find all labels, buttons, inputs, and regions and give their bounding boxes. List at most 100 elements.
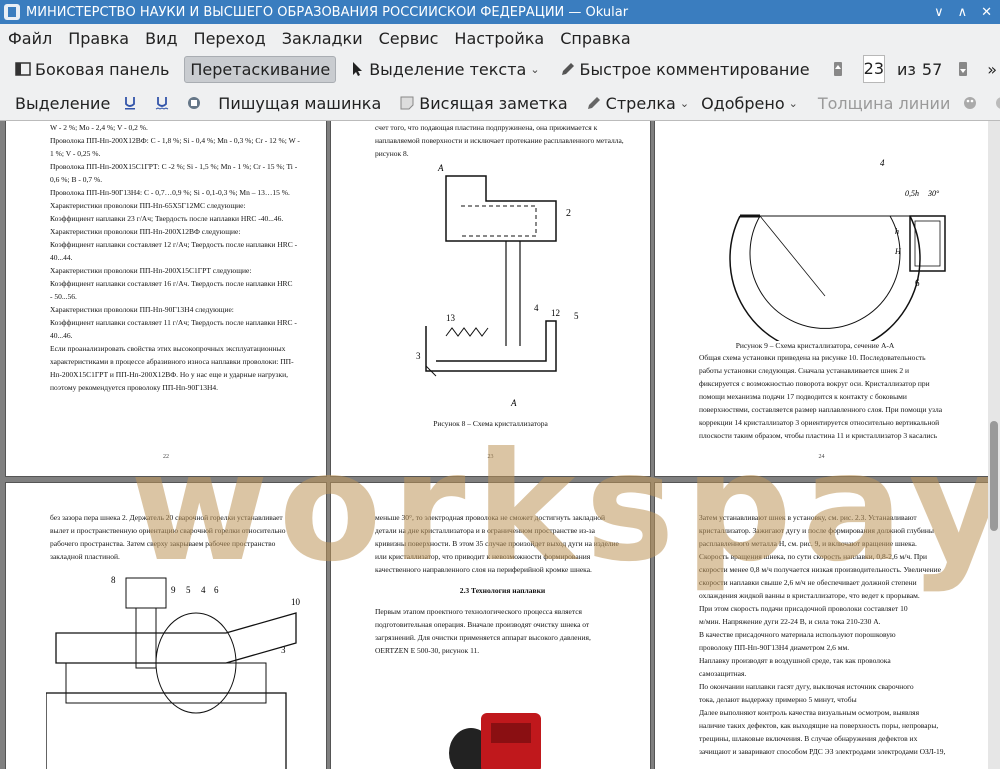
text-line: Если проанализировать свойства этих высо…: [50, 344, 286, 353]
text-line: трещины, шлаковые включения. В случае об…: [699, 734, 918, 743]
underline-tool-button[interactable]: [117, 92, 147, 114]
text-line: Скорость вращения шнека, по сути скорост…: [699, 552, 928, 561]
page-22-text: W - 2 %; Mo - 2,4 %; V - 0,2 %. Проволока…: [50, 121, 302, 394]
text-select-button[interactable]: Выделение текста ⌄: [344, 57, 544, 82]
diagram-label: 4: [201, 585, 206, 595]
paint-icon: [996, 97, 1000, 109]
text-line: поэтому рекомендуется проволоку ПП-Нп-90…: [50, 383, 219, 392]
text-line: тока, делают выдержку примерно 5 минут, …: [699, 695, 857, 704]
text-line: м/мин. Напряжение дуги 22-24 В, и сила т…: [699, 617, 881, 626]
highlight-tool-button[interactable]: Выделение: [10, 91, 115, 116]
text-line: охлаждения жидкой ванны в кристаллизатор…: [699, 591, 920, 600]
annotation-toolbar: Выделение Пишущая машинка Висящая заметк…: [0, 86, 1000, 121]
text-line: вылет и пространственную ориентацию свар…: [50, 526, 286, 535]
page-number: 24: [818, 454, 825, 460]
menu-file[interactable]: Файл: [0, 29, 60, 48]
text-line: Коэффициент наплавки составляет 11 г/Ач;…: [50, 318, 297, 327]
minimize-button[interactable]: ∨: [934, 5, 944, 20]
typewriter-tool-button[interactable]: Пишущая машинка: [213, 91, 386, 116]
diagram-label: H: [894, 247, 902, 256]
main-toolbar: Боковая панель Перетаскивание Выделение …: [0, 52, 1000, 86]
text-line: кривизны поверхности. В этом 35 случае п…: [375, 539, 619, 548]
drag-mode-label: Перетаскивание: [190, 59, 331, 79]
chevron-down-icon[interactable]: ⌄: [680, 97, 689, 110]
diagram-label: h: [895, 227, 899, 236]
toolbar-overflow-button[interactable]: »: [982, 57, 1000, 82]
popup-note-tool-button[interactable]: Висящая заметка: [394, 91, 572, 116]
page-number: 22: [163, 454, 169, 460]
text-line: Коэффициент наплавки 23 г/Ач; Твердость …: [50, 214, 284, 223]
diagram-label: А: [437, 163, 444, 173]
text-line: наплавляемой поверхности и исключает про…: [375, 136, 624, 145]
text-line: W - 2 %; Mo - 2,4 %; V - 0,2 %.: [50, 123, 148, 132]
chevron-down-icon[interactable]: ⌄: [530, 63, 539, 76]
arrow-tool-button[interactable]: Стрелка ⌄: [581, 91, 694, 116]
menu-bookmarks[interactable]: Закладки: [274, 29, 371, 48]
text-line: коррекции 14 кристаллизатор 3 ориентируе…: [699, 418, 940, 427]
inline-note-icon: [188, 97, 201, 109]
page-26-text-2: Первым этапом проектного технологическог…: [375, 605, 630, 657]
menu-settings[interactable]: Настройка: [446, 29, 552, 48]
menu-help[interactable]: Справка: [552, 29, 639, 48]
text-line: Характеристики проволоки ПП-Нп-200Х12ВФ …: [50, 227, 241, 236]
color-picker-button[interactable]: [957, 92, 987, 114]
sticky-note-icon: [400, 96, 414, 110]
menu-edit[interactable]: Правка: [60, 29, 137, 48]
document-viewport[interactable]: W - 2 %; Mo - 2,4 %; V - 0,2 %. Проволока…: [0, 121, 988, 769]
total-pages: 57: [921, 59, 943, 79]
text-line: 40...44.: [50, 253, 73, 262]
diagram-label: 5: [186, 585, 191, 595]
maximize-button[interactable]: ∧: [958, 5, 968, 20]
page-23-text: счет того, что подающая пластина подпруж…: [375, 121, 630, 160]
text-line: помощи механизма подачи 17 подводится к …: [699, 392, 907, 401]
text-line: Нп-200Х15С1ГРТ и ПП-Нп-200Х12ВФ. Но у на…: [50, 370, 289, 379]
typewriter-tool-label: Пишущая машинка: [218, 93, 382, 113]
text-line: Характеристики проволоки ПП-Нп-200Х15С1Г…: [50, 266, 252, 275]
text-line: Общая схема установки приведена на рисун…: [699, 353, 926, 362]
stamp-tool-button[interactable]: Одобрено ⌄: [696, 91, 803, 116]
page-number-input[interactable]: 23: [862, 55, 885, 83]
text-line: рисунок 8.: [375, 149, 409, 158]
cursor-arrow-icon: [353, 62, 363, 76]
line-width-control[interactable]: Толщина линии: [813, 91, 956, 116]
text-line: без зазора пера шнека 2. Держатель 20 св…: [50, 513, 283, 522]
text-line: самозащитная.: [699, 669, 747, 678]
stamp-tool-label: Одобрено: [701, 93, 785, 113]
text-line: 40...46.: [50, 331, 73, 340]
pen-icon: [561, 63, 574, 75]
popup-note-tool-label: Висящая заметка: [419, 93, 568, 113]
crystallizer-diagram: А 2 13 4 12 5 3 А: [416, 163, 579, 408]
diagram-label: 3: [281, 645, 286, 655]
diagram-label: 10: [291, 597, 301, 607]
menu-go[interactable]: Переход: [186, 29, 274, 48]
vertical-scrollbar[interactable]: [988, 121, 1000, 769]
drag-mode-button[interactable]: Перетаскивание: [184, 55, 337, 83]
text-line: Коэффициент наплавки составляет 12 г/Ач;…: [50, 240, 298, 249]
menu-view[interactable]: Вид: [137, 29, 185, 48]
squiggle-tool-button[interactable]: [149, 92, 179, 114]
text-line: Первым этапом проектного технологическог…: [375, 607, 582, 616]
opacity-button[interactable]: [989, 92, 1000, 114]
text-line: качественного направленного слоя на пери…: [375, 565, 592, 574]
menu-tools[interactable]: Сервис: [371, 29, 447, 48]
chevron-down-icon[interactable]: ⌄: [789, 97, 798, 110]
scrollbar-thumb[interactable]: [990, 421, 998, 531]
underline-icon: [125, 97, 136, 110]
close-button[interactable]: ✕: [981, 5, 992, 20]
text-line: детали на дне кристаллизатора и в ограни…: [375, 526, 595, 535]
quick-comment-button[interactable]: Быстрое комментирование: [555, 57, 815, 82]
document-page-25: без зазора пера шнека 2. Держатель 20 св…: [6, 483, 326, 769]
text-line: расплавленного металла H, см. рис. 9, и …: [699, 539, 917, 548]
text-line: или кристаллизатор, что приводит к невоз…: [375, 552, 591, 561]
inline-note-tool-button[interactable]: [181, 92, 211, 114]
next-page-button[interactable]: [950, 58, 980, 80]
text-line: подготовительная операция. Вначале произ…: [375, 620, 590, 629]
text-line: скорости менее 0,8 м/ч получается низкая…: [699, 565, 941, 574]
diagram-label: 3: [416, 351, 421, 361]
text-line: 1 %; V - 0,25 %.: [50, 149, 101, 158]
pressure-washer-image: [449, 713, 541, 769]
text-line: Характеристики проволоки ПП-Нп-65Х5Г12МС…: [50, 201, 246, 210]
previous-page-button[interactable]: [825, 58, 855, 80]
sidebar-button[interactable]: Боковая панель: [10, 57, 174, 82]
text-line: Характеристики проволоки ПП-Нп-90Г13Н4 с…: [50, 305, 234, 314]
